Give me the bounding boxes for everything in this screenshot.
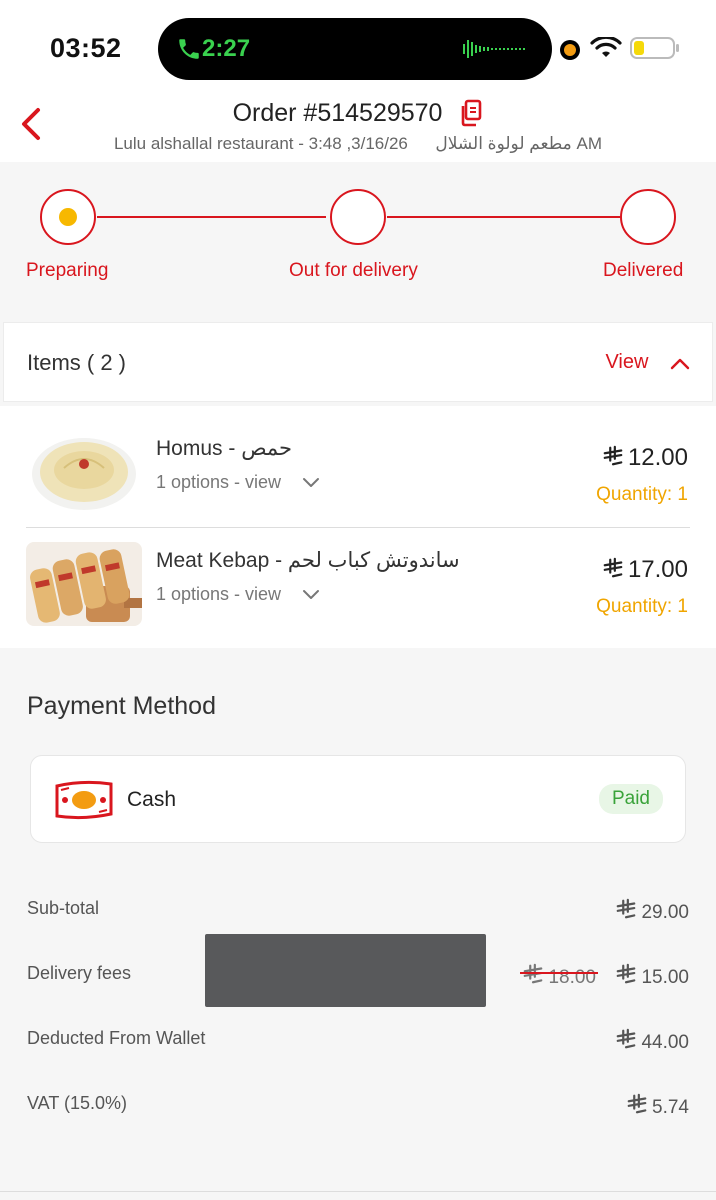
status-time: 03:52 [50,33,122,63]
chevron-down-icon [303,478,320,488]
chevron-up-icon [670,358,690,369]
vat-value: 5.74 [626,1093,689,1119]
call-timer: 2:27 [202,35,251,62]
step-label-out-for-delivery: Out for delivery [289,260,418,281]
item-name: Meat Kebap - ساندوتش كباب لحم [156,549,460,572]
page-title: Order #514529570 [0,98,716,128]
payment-method-label: Cash [127,788,177,811]
step-delivered-circle [620,189,676,245]
subtotal-row: Sub-total 29.00 [27,898,689,928]
redaction-block [205,934,486,1007]
wallet-value: 44.00 [615,1028,689,1054]
delivery-fees-amount: 15.00 [641,967,689,988]
item-options-label: 1 options - view [156,472,282,492]
riyal-icon [522,963,544,985]
items-section-header[interactable]: Items ( 2 ) View [3,322,713,402]
order-header: Order #514529570 Lulu alshallal restaura… [0,92,716,162]
copy-icon[interactable] [459,99,483,127]
step-out-for-delivery-circle [330,189,386,245]
order-subtitle: Lulu alshallal restaurant - مطعم لولوة ا… [0,134,716,154]
item-options-label: 1 options - view [156,584,282,604]
step-label-preparing: Preparing [26,260,109,281]
vat-label: VAT (15.0%) [27,1093,128,1113]
dynamic-island[interactable]: 2:27 [158,18,552,80]
riyal-icon [615,963,637,985]
delivery-fees-label: Delivery fees [27,963,132,983]
status-bar: 03:52 2:27 [0,0,716,92]
divider [0,1191,716,1192]
payment-method-card: Cash Paid [30,755,686,843]
item-name: Homus - حمص [156,437,293,460]
items-title: Items ( 2 ) [27,350,127,375]
step-preparing-circle [40,189,96,245]
wifi-icon [590,37,622,57]
vat-row: VAT (15.0%) 5.74 [27,1093,689,1123]
chevron-down-icon [303,590,320,600]
item-options-link[interactable]: 1 options - view [156,472,320,493]
subtotal-value: 29.00 [615,898,689,924]
vat-amount: 5.74 [652,1097,689,1118]
step-label-delivered: Delivered [603,260,684,281]
order-progress-tracker: Preparing Out for delivery Delivered [0,162,716,320]
active-step-dot [59,208,77,226]
wallet-row: Deducted From Wallet 44.00 [27,1028,689,1058]
item-quantity: Quantity: 1 [596,484,688,505]
item-price-value: 17.00 [627,556,688,583]
item-price-value: 12.00 [627,444,688,471]
subtotal-label: Sub-total [27,898,100,918]
progress-line [97,216,326,218]
riyal-icon [615,898,637,920]
progress-line [387,216,620,218]
item-options-link[interactable]: 1 options - view [156,584,320,605]
items-view-toggle[interactable]: View [605,351,690,374]
items-list: Homus - حمص 1 options - view 12.00 Quant… [0,406,716,648]
strikethrough-line [520,972,598,974]
subtotal-amount: 29.00 [641,902,689,923]
item-price: 12.00 [602,444,688,472]
payment-method-title: Payment Method [27,692,216,720]
delivery-fees-value: 15.00 [615,963,689,989]
order-number: Order #514529570 [232,98,443,127]
recording-indicator-icon [560,40,580,60]
list-item[interactable]: Homus - حمص 1 options - view 12.00 Quant… [26,418,690,528]
meat-kebap-image [26,542,142,626]
riyal-icon [602,557,624,579]
status-badge: Paid [598,784,663,814]
phone-icon [179,39,199,59]
battery-icon [630,37,679,59]
delivery-old-price: 18.00 [520,963,598,989]
wallet-amount: 44.00 [641,1032,689,1053]
riyal-icon [626,1093,648,1115]
view-toggle-label: View [605,351,649,373]
item-quantity: Quantity: 1 [596,596,688,617]
riyal-icon [602,445,624,467]
list-item[interactable]: Meat Kebap - ساندوتش كباب لحم 1 options … [26,530,690,640]
item-price: 17.00 [602,556,688,584]
cash-icon [55,780,113,820]
wallet-label: Deducted From Wallet [27,1028,206,1048]
delivery-old-amount: 18.00 [548,967,596,988]
homus-image [26,430,142,514]
riyal-icon [615,1028,637,1050]
audio-wave-icon [463,40,525,58]
